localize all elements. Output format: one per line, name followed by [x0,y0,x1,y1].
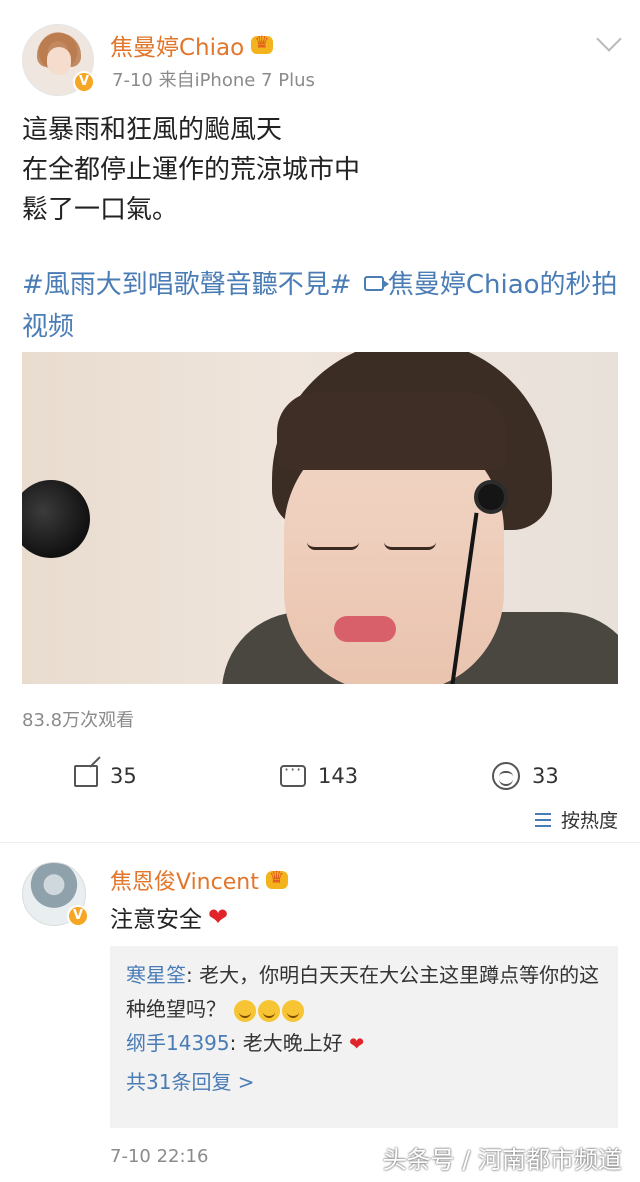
user-avatar[interactable]: V [22,24,95,96]
comment-text-content: 注意安全 [110,907,202,933]
reply-username[interactable]: 纲手14395 [126,1031,230,1055]
avatar-face [47,47,71,75]
like-count: 33 [532,764,559,788]
repost-icon [74,765,98,787]
laughing-emoji-icon [258,999,281,1022]
comment-avatar[interactable]: V [22,862,89,927]
comment-icon [280,760,306,787]
post-text: 這暴雨和狂風的颱風天 在全都停止運作的荒涼城市中 鬆了一口氣。 [22,110,360,230]
post-text-line: 鬆了一口氣。 [22,195,179,225]
comment-username[interactable]: 焦恩俊Vincent [110,864,289,896]
reply-text: 老大晚上好 [242,1031,343,1055]
post-text-line: 在全都停止運作的荒涼城市中 [22,155,361,185]
sort-by-hot-button[interactable]: 按热度 [534,806,618,833]
left-eye [307,542,359,550]
heart-icon: ❤ [208,903,229,931]
divider [0,842,640,843]
like-button[interactable]: 33 [492,756,559,796]
laughing-emoji-icon [282,999,305,1022]
reply-item[interactable]: 寒星筌: 老大，你明白天天在大公主这里蹲点等你的这种绝望吗？ [126,958,602,1026]
reply-item[interactable]: 纲手14395: 老大晚上好 ❤ [126,1026,602,1062]
repost-count: 35 [110,764,137,788]
sort-icon [534,812,553,828]
comment-button[interactable]: 143 [280,756,358,796]
microphone-image [22,480,90,558]
topic-link[interactable]: #風雨大到唱歌聲音聽不見# [22,270,352,300]
laughing-emoji-icon [234,999,257,1022]
verify-badge-icon: V [73,71,95,93]
heart-icon: ❤ [349,1034,365,1055]
action-bar: 35 143 33 [0,756,640,796]
comment-count: 143 [318,764,359,788]
verify-badge-icon: V [67,905,89,927]
reply-colon: : [186,963,200,987]
comment-text: 注意安全 ❤ [110,900,228,934]
reply-count-link[interactable]: 共31条回复 > [126,1066,602,1095]
post-text-line: 這暴雨和狂風的颱風天 [22,115,283,145]
video-bangs [277,392,507,470]
sort-label: 按热度 [560,810,618,832]
video-lips [334,616,396,642]
post-username[interactable]: 焦曼婷Chiao [110,28,274,62]
right-eye [384,542,436,550]
replies-box[interactable]: 寒星筌: 老大，你明白天天在大公主这里蹲点等你的这种绝望吗？ 纲手14395: … [110,946,618,1128]
comment-username-text[interactable]: 焦恩俊Vincent [110,864,259,896]
view-count: 83.8万次观看 [22,710,135,731]
crown-icon [265,868,289,891]
post-username-text[interactable]: 焦曼婷Chiao [110,28,244,62]
chevron-down-icon[interactable] [596,26,622,52]
watermark: 头条号 / 河南都市频道 [382,1146,622,1174]
repost-button[interactable]: 35 [74,756,137,796]
video-link-icon [363,276,389,291]
comment-time: 7-10 22:16 [110,1146,209,1167]
video-thumbnail[interactable] [22,352,618,684]
post-meta: 7-10 来自iPhone 7 Plus [112,70,315,91]
post-header: V 焦曼婷Chiao 7-10 来自iPhone 7 Plus [0,0,640,100]
topic-line: #風雨大到唱歌聲音聽不見# 焦曼婷Chiao的秒拍视频 [22,264,622,348]
reply-username[interactable]: 寒星筌 [126,963,186,987]
crown-icon [250,33,274,56]
like-icon [492,762,520,790]
reply-colon: : [229,1031,243,1055]
earbud [474,480,508,514]
